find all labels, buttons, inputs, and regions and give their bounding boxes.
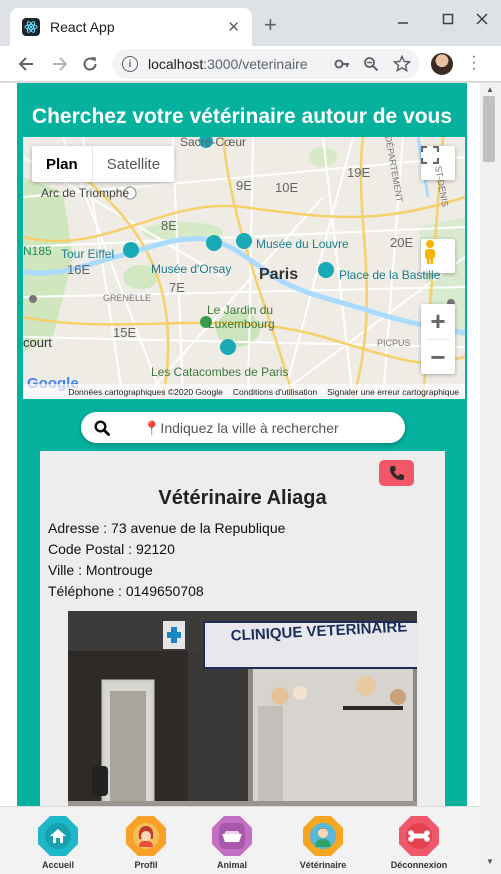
pet-bowl-icon [212, 816, 252, 856]
nav-label: Accueil [41, 860, 74, 870]
google-map[interactable]: Plan Satellite + − Sacré-Cœur DÉPARTEMEN… [23, 137, 465, 399]
map-report-link[interactable]: Signaler une erreur cartographique [327, 387, 459, 397]
map-label: Place de la Bastille [339, 268, 441, 282]
nav-label: Animal [216, 860, 247, 870]
map-label: Luxembourg [208, 317, 275, 331]
minimize-icon[interactable] [397, 12, 409, 28]
map-label: N185 [23, 244, 52, 258]
nav-profil[interactable]: Profil [106, 816, 186, 870]
scroll-down-arrow-icon[interactable]: ▼ [486, 857, 494, 866]
vet-name: Vétérinaire Aliaga [158, 487, 327, 509]
page-title: Cherchez votre vétérinaire autour de vou… [31, 105, 453, 128]
profile-avatar[interactable] [431, 53, 453, 75]
zoom-icon[interactable] [359, 52, 383, 76]
nav-label: Déconnexion [390, 860, 448, 870]
nav-animal[interactable]: Animal [192, 816, 272, 870]
map-footer: Données cartographiques ©2020 Google Con… [23, 384, 465, 399]
map-label: Musée du Louvre [256, 237, 349, 251]
scrollbar[interactable] [480, 83, 501, 874]
pegman-icon [425, 240, 435, 264]
map-label: Le Jardin du [207, 303, 274, 317]
phone-icon [389, 466, 404, 480]
search-icon[interactable] [81, 419, 123, 436]
browser-tab-bar: React App ✕ + [0, 0, 501, 46]
map-label: Les Catacombes de Paris [151, 365, 289, 379]
vet-doctor-icon [303, 816, 343, 856]
info-icon[interactable]: i [122, 56, 138, 72]
vet-photo: CLINIQUE VETERINAIRE [68, 611, 417, 811]
fullscreen-icon [421, 146, 439, 164]
nav-veterinaire[interactable]: Vétérinaire [283, 816, 363, 870]
map-label: Sacré-Cœur [180, 137, 247, 149]
map-type-plan-button[interactable]: Plan [32, 146, 93, 182]
zoom-out-button[interactable]: − [430, 340, 445, 374]
home-icon [38, 816, 78, 856]
nav-accueil[interactable]: Accueil [18, 816, 98, 870]
browser-tab[interactable]: React App ✕ [10, 8, 252, 46]
nav-label: Profil [134, 860, 158, 870]
map-data-credit: Données cartographiques ©2020 Google [68, 386, 223, 397]
vet-city: Ville : Montrouge [48, 562, 153, 578]
map-label: 16E [67, 262, 91, 277]
maximize-icon[interactable] [442, 12, 454, 28]
vet-phone: Téléphone : 0149650708 [48, 583, 204, 599]
window-close-icon[interactable] [476, 12, 488, 28]
nav-label: Vétérinaire [299, 860, 347, 870]
bottom-navigation: Accueil Profil Animal Vétérinaire Déconn… [0, 806, 480, 874]
map-type-control: Plan Satellite [32, 146, 175, 182]
map-label: 8E [161, 218, 177, 233]
city-search-input[interactable] [143, 419, 403, 436]
zoom-in-button[interactable]: + [430, 304, 445, 339]
map-label: 20E [390, 235, 414, 250]
map-label: Tour Eiffel [61, 247, 115, 261]
map-label: GRENELLE [103, 293, 152, 303]
reload-icon[interactable] [78, 52, 102, 76]
profile-icon [126, 816, 166, 856]
nav-deconnexion[interactable]: Déconnexion [379, 816, 459, 870]
menu-dots-icon[interactable]: · · · [470, 49, 478, 77]
map-label: PICPUS [377, 338, 411, 348]
bookmark-star-icon[interactable] [390, 52, 414, 76]
forward-arrow-icon[interactable] [48, 52, 72, 76]
map-terms-link[interactable]: Conditions d'utilisation [233, 387, 317, 397]
map-label: 10E [275, 180, 299, 195]
scroll-up-arrow-icon[interactable]: ▲ [486, 85, 494, 94]
scrollbar-thumb[interactable] [483, 96, 495, 162]
call-button[interactable] [379, 460, 414, 486]
map-label: 7E [169, 280, 185, 295]
map-label: court [23, 335, 52, 350]
map-label: 9E [236, 178, 252, 193]
map-label: Musée d'Orsay [151, 262, 232, 276]
back-arrow-icon[interactable] [14, 52, 38, 76]
tab-title: React App [50, 19, 115, 35]
vet-postal-code: Code Postal : 92120 [48, 541, 175, 557]
key-icon[interactable] [330, 52, 354, 76]
tab-close-icon[interactable]: ✕ [227, 18, 240, 36]
vet-address: Adresse : 73 avenue de la Republique [48, 520, 286, 536]
map-label: Arc de Triomphe [41, 186, 130, 200]
vet-card: Vétérinaire Aliaga Adresse : 73 avenue d… [40, 451, 445, 831]
map-label: 19E [347, 165, 371, 180]
city-search-bar [81, 412, 405, 443]
map-label: Paris [259, 266, 299, 283]
new-tab-button[interactable]: + [264, 14, 277, 36]
page-viewport: Cherchez votre vétérinaire autour de vou… [0, 83, 501, 874]
browser-toolbar: i localhost:3000/veterinaire · · · [0, 46, 501, 82]
map-label: 15E [113, 325, 137, 340]
react-logo-icon [22, 18, 40, 36]
map-type-satellite-button[interactable]: Satellite [93, 146, 174, 182]
zoom-control: + − [421, 304, 455, 374]
bone-icon [399, 816, 439, 856]
